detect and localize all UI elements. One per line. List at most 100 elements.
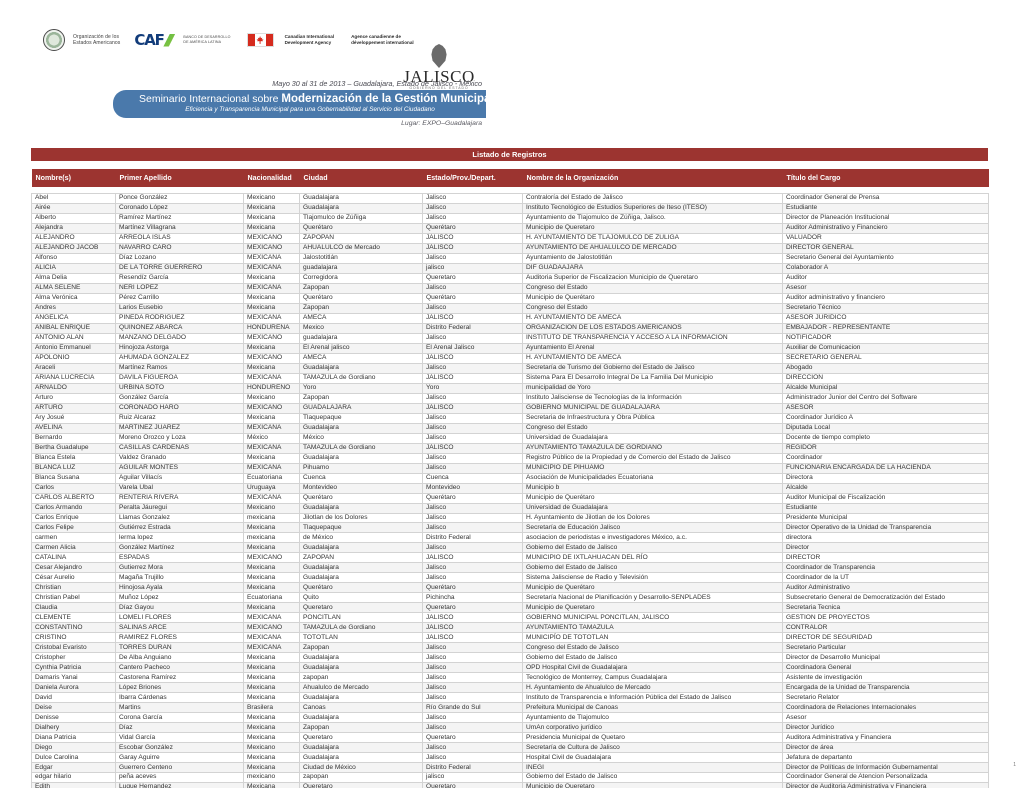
table-row[interactable]: Denisse Corona García Mexicana Guadalajara J… [31, 712, 989, 724]
table-cell: Secretaría de Educación Jalisco [522, 522, 783, 534]
table-row[interactable]: Airée Coronado López Mexicana Guadalajara Ja… [31, 202, 989, 214]
column-header-primer-apellido[interactable]: Primer Apellido [115, 169, 244, 187]
table-row[interactable]: ANGELICA PINEDA RODRIGUEZ MEXICANA AMECA JAL… [31, 312, 989, 324]
table-row[interactable]: Carlos Varela Ubal Uruguaya Montevideo Monte… [31, 482, 989, 494]
column-header-nombres[interactable]: Nombre(s) [31, 169, 116, 187]
table-row[interactable]: ALMA SELENE NERI LOPEZ MEXICANA Zapopan Jali… [31, 282, 989, 294]
table-row[interactable]: Dialhery Díaz Mexicana Zapopan Jalisco UmAn c… [31, 722, 989, 734]
table-cell: Mexicana [243, 522, 300, 534]
table-row[interactable]: CLEMENTE LOMELI FLORES MEXICANA PONCITLAN JA… [31, 612, 989, 624]
table-cell: Mexicana [243, 572, 300, 584]
table-row[interactable]: Arturo González García Mexicano Zapopan Jali… [31, 392, 989, 404]
table-row[interactable]: CONSTANTINO SALINAS ARCE MEXICANO TAMAZULA … [31, 622, 989, 634]
column-header-titulo-cargo[interactable]: Título del Cargo [782, 169, 989, 187]
table-cell: Mexicano [243, 742, 300, 754]
table-row[interactable]: Cristobal Evaristo TORRES DURAN MEXICANA Za… [31, 642, 989, 654]
table-row[interactable]: Cristopher De Alba Anguiano Mexicana Guadal… [31, 652, 989, 664]
table-row[interactable]: ANTONIO ALAN MANZANO DELGADO MEXICANO guada… [31, 332, 989, 344]
listado-de-registros-band: Listado de Registros [31, 148, 988, 161]
table-cell: Coordinador General de Atencion Personal… [782, 772, 989, 784]
table-cell: Montevideo [422, 482, 523, 494]
table-row[interactable]: Claudia Díaz Gayou Mexicana Queretaro Queret… [31, 602, 989, 614]
table-row[interactable]: Ary Josué Ruiz Alcaraz Mexicana Tlaquepaque… [31, 412, 989, 424]
table-row[interactable]: Blanca Estela Valdez Granado Mexicana Guada… [31, 452, 989, 464]
table-cell: Secretaría de Turismo del Gobierno del E… [522, 362, 783, 374]
table-cell: AMECA [299, 352, 423, 364]
table-row[interactable]: ALEJANDRO JACOB NAVARRO CARO MEXICANO AHUAL… [31, 242, 989, 254]
table-row[interactable]: APOLONIO AHUMADA GONZALEZ MEXICANO AMECA JAL… [31, 352, 989, 364]
table-row[interactable]: ARNALDO URBINA SOTO HONDUREÑO Yoro Yoro munic… [31, 382, 989, 394]
table-cell: Carlos [31, 482, 116, 494]
table-row[interactable]: Daniela Aurora López Briones Mexicana Ahual… [31, 682, 989, 694]
table-row[interactable]: Carmen Alicia González Martínez Mexicana Gu… [31, 542, 989, 554]
table-row[interactable]: Antonio Emmanuel Hinojoza Astorga Mexicana… [31, 342, 989, 354]
table-row[interactable]: Diana Patricia Vidal García Mexicana Queret… [31, 732, 989, 744]
table-cell: JALISCO [422, 632, 523, 644]
table-cell: DIRECCION [782, 372, 989, 384]
table-row[interactable]: Carlos Armando Peralta Jáuregui Mexicano Gu… [31, 502, 989, 514]
table-cell: Mexicano [243, 502, 300, 514]
table-cell: Jalostotitlán [299, 252, 423, 264]
table-row[interactable]: Cesar Alejandro Gutierrez Mora Mexicana Gua… [31, 562, 989, 574]
table-cell: AHUALULCO de Mercado [299, 242, 423, 254]
table-cell: RAMIREZ FLORES [115, 632, 244, 644]
table-row[interactable]: BLANCA LUZ AGUILAR MONTES MEXICANA Pihuamo J… [31, 462, 989, 474]
table-row[interactable]: Bertha Guadalupe CASILLAS CARDENAS MEXICAN… [31, 442, 989, 454]
table-row[interactable]: Edgar Guerrero Centeno Mexicana Ciudad de M… [31, 762, 989, 774]
table-row[interactable]: David Ibarra Cárdenas Mexicana Guadalajara J… [31, 692, 989, 704]
table-row[interactable]: carmen lerma lopez mexicana de México Distri… [31, 532, 989, 544]
table-cell: Guadalajara [299, 562, 423, 574]
table-cell: Resendíz García [115, 272, 244, 284]
table-row[interactable]: CARLOS ALBERTO RENTERIA RIVERA MEXICANA Que… [31, 492, 989, 504]
table-cell: Guadalajara [299, 742, 423, 754]
table-cell: ANGELICA [31, 312, 116, 324]
table-cell: JALISCO [422, 612, 523, 624]
table-row[interactable]: CRISTINO RAMIREZ FLORES MEXICANA TOTOTLAN JA… [31, 632, 989, 644]
table-row[interactable]: Alma Delia Resendíz García Mexicana Corregi… [31, 272, 989, 284]
table-row[interactable]: Carlos Enrique Llamas Gonzalez mexicana Jil… [31, 512, 989, 524]
table-cell: MEXICANA [243, 462, 300, 474]
table-cell: Jalisco [422, 742, 523, 754]
table-row[interactable]: Alfonso Díaz Lozano MEXICANA Jalostotitlán J… [31, 252, 989, 264]
table-row[interactable]: CATALINA ESPADAS MEXICANO ZAPOPAN JALISCO MUN… [31, 552, 989, 564]
table-row[interactable]: Cynthia Patricia Cantero Pacheco Mexicana G… [31, 662, 989, 674]
table-row[interactable]: ALEJANDRO ARREOLA ISLAS MEXICANO ZAPOPAN JAL… [31, 232, 989, 244]
table-cell: Tlajomulco de Zúñiga [299, 212, 423, 224]
table-row[interactable]: Carlos Felipe Gutiérrez Estrada Mexicana Tl… [31, 522, 989, 534]
table-cell: Arturo [31, 392, 116, 404]
table-row[interactable]: AVELINA MARTINEZ JUAREZ MEXICANA Guadalajar… [31, 422, 989, 434]
table-row[interactable]: Diego Escobar González Mexicano Guadalajara… [31, 742, 989, 754]
table-row[interactable]: Andres Larios Eusebio Mexicana Zapopan Jalis… [31, 302, 989, 314]
column-header-nombre-organizacion[interactable]: Nombre de la Organización [522, 169, 783, 187]
table-row[interactable]: ARIANA LUCRECIA DAVILA FIGUEROA MEXICANA TA… [31, 372, 989, 384]
table-row[interactable]: Damaris Yanai Castorena Ramírez Mexicana za… [31, 672, 989, 684]
table-row[interactable]: Alma Verónica Pérez Carrillo Mexicana Queré… [31, 292, 989, 304]
table-cell: Jalisco [422, 282, 523, 294]
table-row[interactable]: ALICIA DE LA TORRE GUERRERO MEXICANA guadal… [31, 262, 989, 274]
table-row[interactable]: Blanca Susana Aguilar Villacís Ecuatoriana… [31, 472, 989, 484]
table-cell: Jalisco [422, 252, 523, 264]
table-cell: Jalisco [422, 193, 523, 204]
table-row[interactable]: Deise Martins Brasilera Canoas Río Grande do… [31, 702, 989, 714]
table-row[interactable]: César Aurelio Magaña Trujillo Mexicana Guad… [31, 572, 989, 584]
table-row[interactable]: Christian Hinojosa Ayala Mexicana Querétaro… [31, 582, 989, 594]
table-cell: JALISCO [422, 242, 523, 254]
column-header-ciudad[interactable]: Ciudad [299, 169, 423, 187]
table-row[interactable]: Alejandra Martínez Villagrana Mexicana Quer… [31, 222, 989, 234]
table-row[interactable]: Dulce Carolina Garay Aguirre Mexicana Guada… [31, 752, 989, 764]
table-row[interactable]: Abel Ponce González Mexicano Guadalajara Jal… [31, 193, 989, 204]
table-row[interactable]: Christian Pabel Muñoz López Ecuatoriana Qui… [31, 592, 989, 604]
table-cell: Contraloría del Estado de Jalisco [522, 193, 783, 204]
table-cell: México [243, 432, 300, 444]
table-row[interactable]: Araceli Martínez Ramos Mexicana Guadalajara… [31, 362, 989, 374]
table-cell: Ayuntamiento de Tlajomulco [522, 712, 783, 724]
table-cell: Castorena Ramírez [115, 672, 244, 684]
table-row[interactable]: ARTURO CORONADO HARO MEXICANO GUADALAJARA JA… [31, 402, 989, 414]
column-header-nacionalidad[interactable]: Nacionalidad [243, 169, 300, 187]
table-row[interactable]: ANIBAL ENRIQUE QUIÑONEZ ABARCA HONDUREÑA Me… [31, 322, 989, 334]
column-header-estado-prov-depart[interactable]: Estado/Prov./Depart. [422, 169, 523, 187]
table-row[interactable]: Alberto Ramírez Martínez Mexicana Tlajomulc… [31, 212, 989, 224]
table-row[interactable]: edgar hilario peña aceves mexicano zapopan j… [31, 772, 989, 784]
table-row[interactable]: Bernardo Moreno Orozco y Loza México México… [31, 432, 989, 444]
table-row[interactable]: Edith Luque Hernandez Mexicana Queretaro Que… [31, 782, 989, 788]
